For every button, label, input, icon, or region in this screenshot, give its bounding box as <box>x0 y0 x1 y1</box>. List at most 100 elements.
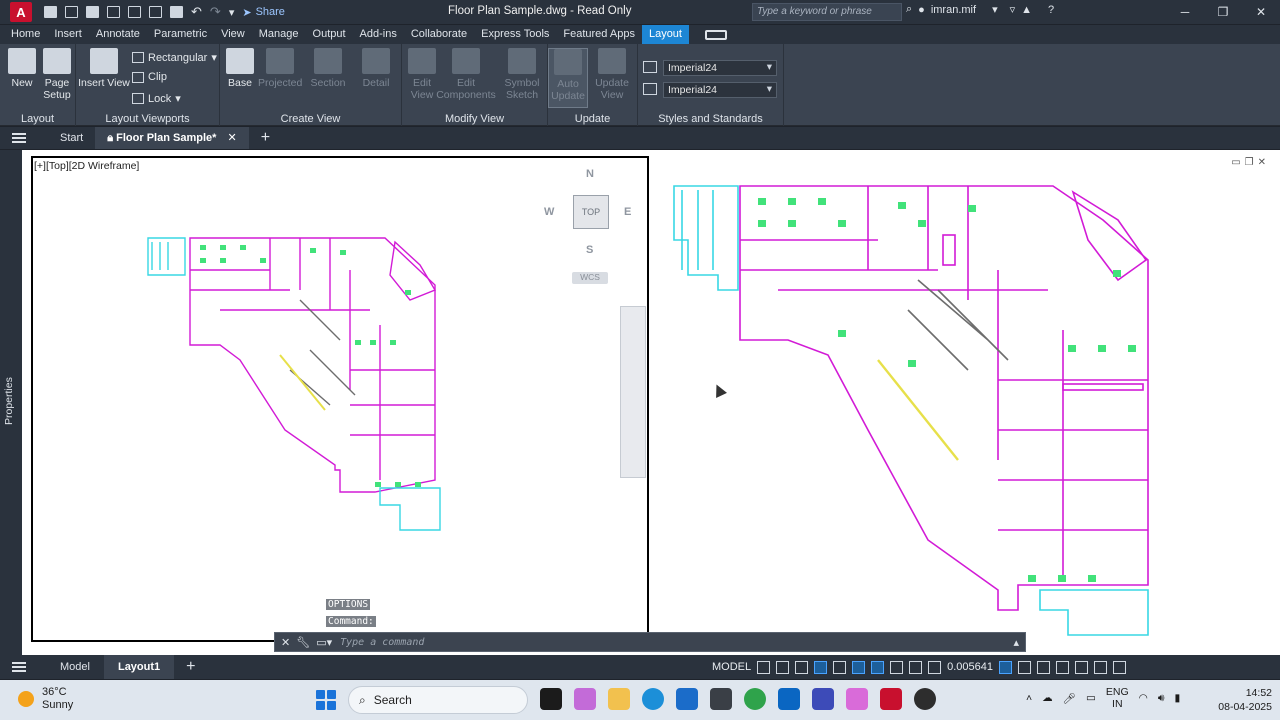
user-dropdown-icon[interactable]: ▾ <box>992 3 998 16</box>
insert-view-button[interactable]: Insert View <box>78 48 130 89</box>
lock-viewport-button[interactable]: Lock ▾ <box>132 92 181 105</box>
pen-app-icon[interactable] <box>812 688 834 710</box>
tab-express-tools[interactable]: Express Tools <box>474 25 556 44</box>
viewcube-south[interactable]: S <box>586 244 593 256</box>
windows-start-icon[interactable] <box>316 690 336 710</box>
customize-icon[interactable]: 🔧︎ <box>296 636 310 649</box>
linkedin-app-icon[interactable] <box>778 688 800 710</box>
tab-collaborate[interactable]: Collaborate <box>404 25 474 44</box>
object-snap-tracking-icon[interactable] <box>852 660 866 674</box>
auto-scale-icon[interactable] <box>909 660 923 674</box>
section-view-button[interactable]: Section <box>308 48 348 89</box>
menu-icon[interactable] <box>12 133 26 143</box>
tab-home[interactable]: Home <box>4 25 47 44</box>
undo-icon[interactable]: ↶ <box>191 4 202 20</box>
tab-annotate[interactable]: Annotate <box>89 25 147 44</box>
command-line-expand-icon[interactable]: ▴ <box>1013 636 1019 649</box>
wcs-menu[interactable]: WCS <box>572 272 608 284</box>
user-icon[interactable]: ● <box>918 4 925 16</box>
detail-view-button[interactable]: Detail <box>356 48 396 89</box>
restore-icon[interactable]: ❐ <box>1204 0 1242 24</box>
ortho-icon[interactable] <box>795 660 809 674</box>
maximize-viewport-icon[interactable] <box>999 660 1013 674</box>
hardware-acceleration-icon[interactable] <box>1075 660 1089 674</box>
save-icon[interactable] <box>86 6 99 18</box>
plot-icon[interactable] <box>170 6 183 18</box>
web-mobile-icon[interactable] <box>128 6 141 18</box>
tab-floor-plan-sample[interactable]: 🔒︎ Floor Plan Sample* ✕ <box>95 127 249 149</box>
viewcube-west[interactable]: W <box>544 206 554 218</box>
edit-components-button[interactable]: Edit Components <box>436 48 496 101</box>
tab-start[interactable]: Start <box>48 127 95 149</box>
obs-app-icon[interactable] <box>914 688 936 710</box>
new-layout-plus-icon[interactable]: + <box>186 658 195 676</box>
close-icon[interactable]: ✕ <box>1242 0 1280 24</box>
chevron-up-icon[interactable]: ˄ <box>1026 692 1032 704</box>
close-icon[interactable]: ✕ <box>281 636 290 649</box>
user-name[interactable]: imran.mif <box>931 4 976 16</box>
new-file-icon[interactable] <box>44 6 57 18</box>
volume-icon[interactable]: 🔊︎ <box>1158 692 1165 705</box>
model-space-toggle[interactable]: MODEL <box>712 661 751 673</box>
new-tab-plus-icon[interactable]: + <box>261 129 270 147</box>
restore-icon[interactable]: ❐ <box>1245 157 1254 168</box>
tab-insert[interactable]: Insert <box>47 25 89 44</box>
minimize-icon[interactable]: ─ <box>1166 0 1204 24</box>
close-icon[interactable]: ✕ <box>1258 157 1266 168</box>
rectangular-viewport-button[interactable]: Rectangular ▾ <box>132 51 217 64</box>
isolate-objects-icon[interactable] <box>1056 660 1070 674</box>
edge-browser-icon[interactable] <box>642 688 664 710</box>
battery-icon[interactable]: ▭ <box>1086 692 1096 704</box>
customize-qat-icon[interactable]: ▾ <box>229 6 235 19</box>
tab-featured-apps[interactable]: Featured Apps <box>556 25 642 44</box>
symbol-sketch-button[interactable]: Symbol Sketch <box>502 48 542 101</box>
redo-icon[interactable]: ↷ <box>210 4 221 20</box>
help-icon[interactable]: ? <box>1048 4 1054 16</box>
snap-icon[interactable] <box>776 660 790 674</box>
auto-update-button[interactable]: Auto Update <box>548 48 588 108</box>
chrome-browser-icon[interactable] <box>744 688 766 710</box>
tab-layout1[interactable]: Layout1 <box>103 655 175 679</box>
power-icon[interactable]: ▮ <box>1174 692 1180 704</box>
share-button[interactable]: ➤ Share <box>242 6 285 19</box>
viewcube-top-face[interactable]: TOP <box>573 195 609 229</box>
lock-ui-icon[interactable] <box>928 660 942 674</box>
polar-tracking-icon[interactable] <box>814 660 828 674</box>
close-icon[interactable]: ✕ <box>227 132 236 144</box>
app-cube-icon[interactable] <box>710 688 732 710</box>
wifi-icon[interactable]: ◠ <box>1139 692 1148 704</box>
isometric-icon[interactable] <box>833 660 847 674</box>
ribbon-minimize-icon[interactable] <box>704 29 727 40</box>
layout-menu-icon[interactable] <box>12 662 26 672</box>
viewcube-north[interactable]: N <box>586 168 594 180</box>
gear-icon[interactable] <box>1018 660 1032 674</box>
page-setup-button[interactable]: Page Setup <box>37 48 77 101</box>
tab-output[interactable]: Output <box>306 25 353 44</box>
grid-icon[interactable] <box>757 660 771 674</box>
command-input[interactable]: Type a command <box>340 637 424 648</box>
new-layout-button[interactable]: New <box>2 48 42 89</box>
detail-style-dropdown[interactable]: Imperial24 <box>663 82 777 98</box>
customization-icon[interactable] <box>1113 660 1127 674</box>
microphone-icon[interactable]: 🎤︎ <box>1063 692 1076 705</box>
search-icon[interactable]: ⌕ <box>906 3 912 16</box>
recent-commands-icon[interactable]: ▭▾ <box>316 636 332 649</box>
keyword-search-input[interactable]: Type a keyword or phrase <box>752 3 902 21</box>
save-as-icon[interactable] <box>107 6 120 18</box>
annotation-visibility-icon[interactable] <box>890 660 904 674</box>
base-view-button[interactable]: Base <box>220 48 260 89</box>
navigation-bar[interactable] <box>620 306 646 478</box>
app-store-icon[interactable]: ▲ <box>1021 4 1032 16</box>
viewport-scale[interactable]: 0.005641 <box>947 661 993 673</box>
system-clock[interactable]: 14:52 08-04-2025 <box>1218 686 1272 714</box>
autocad-logo-icon[interactable]: A <box>10 2 32 22</box>
properties-label[interactable]: Properties <box>3 377 15 425</box>
tab-add-ins[interactable]: Add-ins <box>353 25 404 44</box>
snip-tool-icon[interactable] <box>846 688 868 710</box>
nvidia-app-icon[interactable] <box>540 688 562 710</box>
cloud-icon[interactable]: ☁︎ <box>1042 692 1053 704</box>
minimize-icon[interactable]: ▭ <box>1231 157 1240 168</box>
publish-icon[interactable] <box>149 6 162 18</box>
clean-screen-icon[interactable] <box>1094 660 1108 674</box>
cart-icon[interactable]: ▿ <box>1010 3 1016 16</box>
